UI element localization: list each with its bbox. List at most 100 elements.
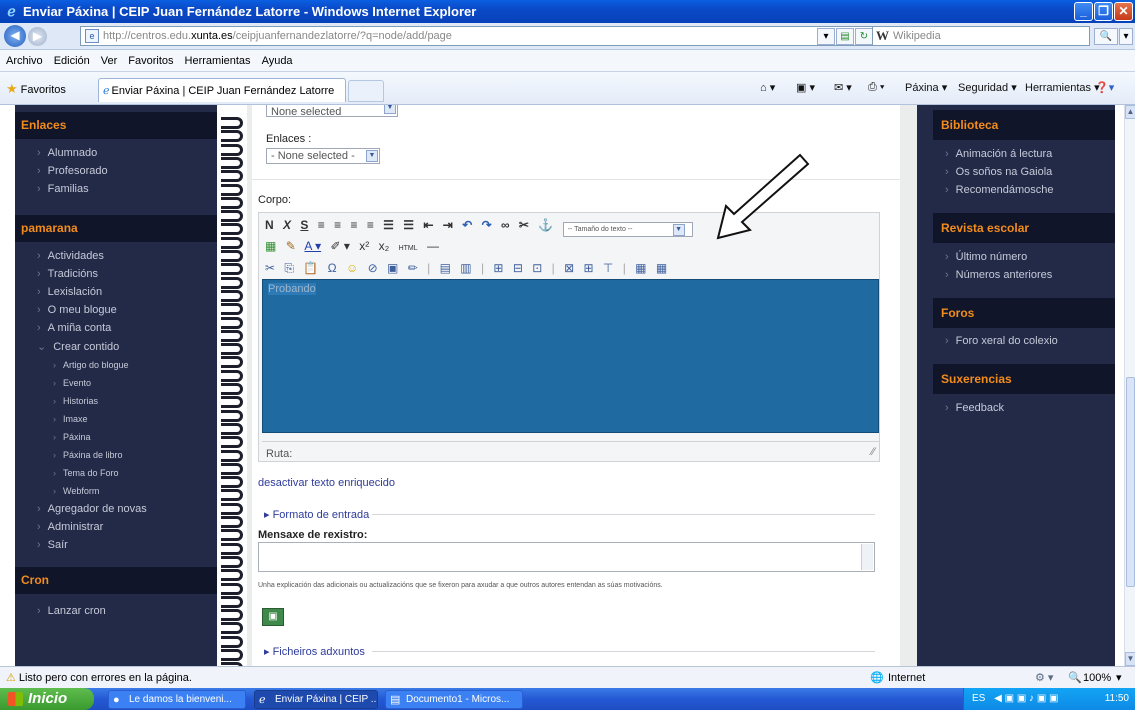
nav-alumnado[interactable]: Alumnado bbox=[37, 147, 98, 159]
search-input[interactable]: W Wikipedia bbox=[872, 26, 1090, 46]
favorites-button[interactable]: ★ Favoritos bbox=[6, 81, 66, 97]
undo-button[interactable]: ↶ bbox=[462, 218, 472, 232]
subscript-button[interactable]: x₂ bbox=[379, 239, 390, 253]
insert-table-button[interactable]: ▤ bbox=[440, 261, 451, 275]
nav-numeros-anteriores[interactable]: Números anteriores bbox=[945, 269, 1053, 281]
nav-tema-do-foro[interactable]: Tema do Foro bbox=[53, 468, 119, 478]
menu-ayuda[interactable]: Ayuda bbox=[262, 55, 293, 67]
home-icon[interactable]: ⌂ ▾ bbox=[760, 81, 775, 94]
superscript-button[interactable]: x² bbox=[359, 239, 369, 253]
compatibility-icon[interactable]: ▤ bbox=[836, 28, 854, 45]
insert-row-before-button[interactable]: ⊞ bbox=[493, 261, 503, 275]
start-button[interactable]: Inicio bbox=[0, 688, 94, 710]
feeds-icon[interactable]: ▣ ▾ bbox=[796, 81, 815, 94]
html-button[interactable]: HTML bbox=[399, 245, 418, 252]
indent-button[interactable]: ⇥ bbox=[443, 218, 453, 232]
formato-de-entrada-toggle[interactable]: ▸ Formato de entrada bbox=[264, 508, 369, 521]
search-options-button[interactable]: ▾ bbox=[1119, 28, 1133, 45]
close-button[interactable]: ✕ bbox=[1114, 2, 1133, 21]
mensaxe-textarea[interactable] bbox=[258, 542, 875, 572]
outdent-button[interactable]: ⇤ bbox=[423, 218, 433, 232]
unlink-button[interactable]: ✂ bbox=[519, 218, 529, 232]
ficheiros-adxuntos-toggle[interactable]: ▸ Ficheiros adxuntos bbox=[264, 645, 365, 658]
tools-menu[interactable]: Herramientas ▾ bbox=[1025, 81, 1100, 94]
nav-lanzar-cron[interactable]: Lanzar cron bbox=[37, 605, 106, 617]
menu-ver[interactable]: Ver bbox=[101, 55, 118, 67]
editor-content-area[interactable]: Probando bbox=[262, 279, 879, 433]
align-left-button[interactable]: ≡ bbox=[318, 218, 325, 232]
insert-row-after-button[interactable]: ⊟ bbox=[513, 261, 523, 275]
nav-sair[interactable]: Saír bbox=[37, 539, 68, 551]
top-select[interactable]: None selected ▼ bbox=[266, 105, 398, 118]
new-tab-button[interactable] bbox=[348, 80, 384, 102]
delete-row-button[interactable]: ⊡ bbox=[532, 261, 542, 275]
menu-archivo[interactable]: Archivo bbox=[6, 55, 43, 67]
maximize-button[interactable]: ❐ bbox=[1094, 2, 1113, 21]
resize-handle-icon[interactable]: ⁄⁄ bbox=[871, 446, 875, 458]
nav-ultimo-numero[interactable]: Último número bbox=[945, 251, 1028, 263]
nav-lexislacion[interactable]: Lexislación bbox=[37, 286, 102, 298]
bullet-list-button[interactable]: ☰ bbox=[383, 218, 394, 232]
nav-a-mina-conta[interactable]: A miña conta bbox=[37, 322, 112, 334]
nav-foro-xeral[interactable]: Foro xeral do colexio bbox=[945, 335, 1058, 347]
clean-button[interactable]: ▦ bbox=[265, 239, 276, 253]
minimize-button[interactable]: _ bbox=[1074, 2, 1093, 21]
bold-button[interactable]: N bbox=[265, 218, 274, 232]
security-menu[interactable]: Seguridad ▾ bbox=[958, 81, 1017, 94]
nav-profesorado[interactable]: Profesorado bbox=[37, 165, 108, 177]
address-dropdown-button[interactable]: ▾ bbox=[817, 28, 835, 45]
italic-button[interactable]: X bbox=[283, 218, 291, 232]
nav-agregador-de-novas[interactable]: Agregador de novas bbox=[37, 503, 147, 515]
scroll-down-arrow-icon[interactable]: ▼ bbox=[1125, 652, 1135, 666]
mail-icon[interactable]: ✉ ▾ bbox=[834, 81, 852, 94]
edit-image-button[interactable]: ✏ bbox=[408, 261, 418, 275]
strikethrough-button[interactable]: S bbox=[300, 218, 308, 232]
paste-button[interactable]: 📋 bbox=[303, 261, 318, 275]
clock[interactable]: 11:50 bbox=[1105, 688, 1129, 710]
nav-paxina[interactable]: Páxina bbox=[53, 432, 91, 442]
refresh-button[interactable]: ↻ bbox=[855, 28, 873, 45]
emoticon-button[interactable]: ☺ bbox=[346, 261, 358, 275]
nav-os-sonos-na-gaiola[interactable]: Os soños na Gaiola bbox=[945, 166, 1053, 178]
menu-edicion[interactable]: Edición bbox=[54, 55, 90, 67]
nav-o-meu-blogue[interactable]: O meu blogue bbox=[37, 304, 117, 316]
insert-col-after-button[interactable]: ⊞ bbox=[584, 261, 594, 275]
nav-webform[interactable]: Webform bbox=[53, 486, 99, 496]
help-icon[interactable]: ❓▾ bbox=[1095, 81, 1114, 94]
no-format-button[interactable]: ⊘ bbox=[368, 261, 378, 275]
nav-crear-contido[interactable]: Crear contido bbox=[37, 340, 119, 353]
textarea-scrollbar[interactable] bbox=[861, 544, 873, 570]
language-indicator[interactable]: ES bbox=[972, 693, 985, 704]
nav-imaxe[interactable]: Imaxe bbox=[53, 414, 88, 424]
browser-tab[interactable]: ℯ Enviar Páxina | CEIP Juan Fernández Lat… bbox=[98, 78, 346, 102]
redo-button[interactable]: ↷ bbox=[482, 218, 492, 232]
numbered-list-button[interactable]: ☰ bbox=[403, 218, 414, 232]
font-size-select[interactable]: -- Tamaño do texto -- ▼ bbox=[562, 222, 693, 237]
tray-icons[interactable]: ◀ ▣ ▣ ♪ ▣ ▣ bbox=[994, 693, 1058, 704]
merge-cells-button[interactable]: ▦ bbox=[635, 261, 646, 275]
cleanup-button[interactable]: ✎ bbox=[286, 239, 296, 253]
protected-mode-icon[interactable]: ⚙ ▾ bbox=[1035, 671, 1053, 684]
nav-feedback[interactable]: Feedback bbox=[945, 402, 1004, 414]
nav-artigo-do-blogue[interactable]: Artigo do blogue bbox=[53, 360, 129, 370]
scroll-up-arrow-icon[interactable]: ▲ bbox=[1125, 105, 1135, 119]
image-button[interactable]: ▣ bbox=[387, 261, 398, 275]
nav-tradicions[interactable]: Tradicións bbox=[37, 268, 98, 280]
nav-recomendamosche[interactable]: Recomendámosche bbox=[945, 184, 1054, 196]
scroll-thumb[interactable] bbox=[1126, 377, 1135, 587]
menu-favoritos[interactable]: Favoritos bbox=[128, 55, 173, 67]
horizontal-rule-button[interactable]: — bbox=[427, 239, 439, 253]
nav-actividades[interactable]: Actividades bbox=[37, 250, 104, 262]
nav-familias[interactable]: Familias bbox=[37, 183, 89, 195]
search-button[interactable]: 🔍 bbox=[1094, 28, 1118, 45]
zoom-level[interactable]: 100% bbox=[1083, 672, 1111, 684]
address-input[interactable]: e http://centros.edu.xunta.es/ceipjuanfe… bbox=[80, 26, 908, 46]
page-scrollbar[interactable]: ▲ ▼ bbox=[1124, 105, 1135, 666]
nav-administrar[interactable]: Administrar bbox=[37, 521, 104, 533]
justify-button[interactable]: ≡ bbox=[367, 218, 374, 232]
highlight-color-button[interactable]: ✐ ▾ bbox=[330, 239, 349, 253]
nav-historias[interactable]: Historias bbox=[53, 396, 98, 406]
link-button[interactable]: ∞ bbox=[501, 218, 510, 232]
page-menu[interactable]: Páxina ▾ bbox=[905, 81, 947, 94]
nav-animacion-a-lectura[interactable]: Animación á lectura bbox=[945, 148, 1053, 160]
